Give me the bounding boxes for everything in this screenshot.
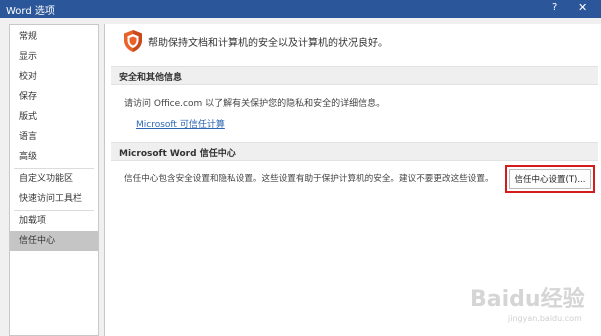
window-title: Word 选项 (6, 6, 55, 17)
trust-center-description: 信任中心包含安全设置和隐私设置。这些设置有助于保护计算机的安全。建议不要更改这些… (124, 174, 494, 184)
intro-text: 帮助保持文档和计算机的安全以及计算机的状况良好。 (148, 38, 388, 49)
sidebar-item-save[interactable]: 保存 (10, 87, 98, 107)
sidebar-item-typography[interactable]: 版式 (10, 107, 98, 127)
privacy-info-text: 请访问 Office.com 以了解有关保护您的隐私和安全的详细信息。 (124, 99, 386, 109)
trustworthy-computing-link[interactable]: Microsoft 可信任计算 (136, 117, 225, 130)
title-bar: Word 选项 ? ✕ (0, 0, 601, 18)
sidebar-item-advanced[interactable]: 高级 (10, 147, 98, 167)
sidebar-item-language[interactable]: 语言 (10, 127, 98, 147)
sidebar-item-display[interactable]: 显示 (10, 47, 98, 67)
trust-center-settings-button[interactable]: 信任中心设置(T)... (509, 169, 591, 189)
sidebar-item-trust-center[interactable]: 信任中心 (10, 231, 98, 251)
options-sidebar: 常规 显示 校对 保存 版式 语言 高级 自定义功能区 快速访问工具栏 加载项 … (9, 24, 99, 336)
section-title: Microsoft Word 信任中心 (119, 149, 236, 159)
sidebar-item-customize-ribbon[interactable]: 自定义功能区 (10, 169, 98, 189)
section-header-security: 安全和其他信息 (111, 66, 598, 85)
sidebar-item-quick-access-toolbar[interactable]: 快速访问工具栏 (10, 189, 98, 209)
sidebar-item-proofing[interactable]: 校对 (10, 67, 98, 87)
section-header-trust-center: Microsoft Word 信任中心 (111, 142, 598, 161)
sidebar-item-add-ins[interactable]: 加载项 (10, 211, 98, 231)
help-button[interactable]: ? (552, 2, 557, 13)
shield-icon (124, 30, 142, 52)
watermark-url: jingyan.baidu.com (508, 314, 582, 323)
close-button[interactable]: ✕ (578, 1, 587, 14)
watermark-brand: Baidu经验 (470, 287, 585, 312)
sidebar-item-general[interactable]: 常规 (10, 27, 98, 47)
section-title: 安全和其他信息 (119, 73, 183, 83)
